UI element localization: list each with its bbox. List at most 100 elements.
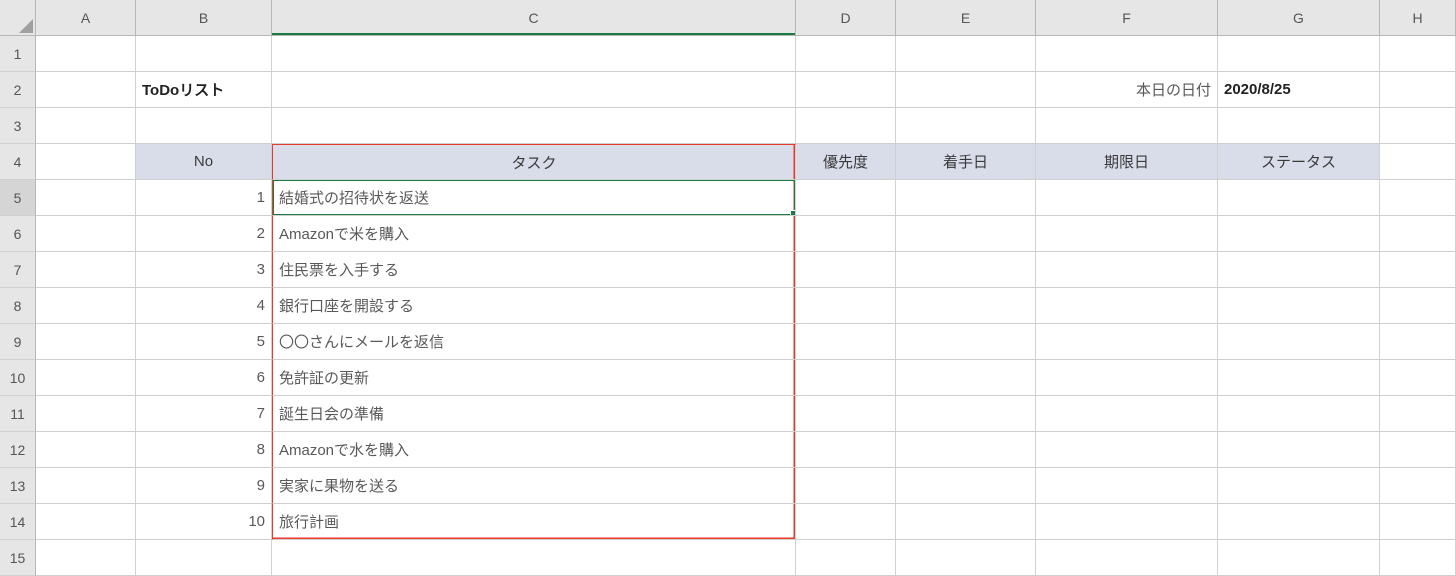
row-header-11[interactable]: 11 — [0, 396, 36, 432]
col-header-H[interactable]: H — [1380, 0, 1456, 36]
cell-H14[interactable] — [1380, 504, 1456, 540]
row-header-1[interactable]: 1 — [0, 36, 36, 72]
cell-F12[interactable] — [1036, 432, 1218, 468]
col-header-A[interactable]: A — [36, 0, 136, 36]
row-header-7[interactable]: 7 — [0, 252, 36, 288]
cell-D8[interactable] — [796, 288, 896, 324]
cell-G10[interactable] — [1218, 360, 1380, 396]
cell-G2-date-value[interactable]: 2020/8/25 — [1218, 72, 1380, 108]
cell-E1[interactable] — [896, 36, 1036, 72]
cell-C11-task[interactable]: 誕生日会の準備 — [272, 396, 796, 432]
cell-A10[interactable] — [36, 360, 136, 396]
cell-C7-task[interactable]: 住民票を入手する — [272, 252, 796, 288]
row-header-15[interactable]: 15 — [0, 540, 36, 576]
cell-A8[interactable] — [36, 288, 136, 324]
cell-D3[interactable] — [796, 108, 896, 144]
cell-E10[interactable] — [896, 360, 1036, 396]
cell-D13[interactable] — [796, 468, 896, 504]
cell-H10[interactable] — [1380, 360, 1456, 396]
cell-H2[interactable] — [1380, 72, 1456, 108]
cell-H11[interactable] — [1380, 396, 1456, 432]
cell-B5-no[interactable]: 1 — [136, 180, 272, 216]
cell-A11[interactable] — [36, 396, 136, 432]
header-no[interactable]: No — [136, 144, 272, 180]
cell-E14[interactable] — [896, 504, 1036, 540]
cell-D14[interactable] — [796, 504, 896, 540]
cell-H3[interactable] — [1380, 108, 1456, 144]
cell-F7[interactable] — [1036, 252, 1218, 288]
col-header-B[interactable]: B — [136, 0, 272, 36]
header-status[interactable]: ステータス — [1218, 144, 1380, 180]
cell-C1[interactable] — [272, 36, 796, 72]
cell-D1[interactable] — [796, 36, 896, 72]
cell-E7[interactable] — [896, 252, 1036, 288]
header-start[interactable]: 着手日 — [896, 144, 1036, 180]
col-header-C[interactable]: C — [272, 0, 796, 36]
cell-C12-task[interactable]: Amazonで水を購入 — [272, 432, 796, 468]
cell-A9[interactable] — [36, 324, 136, 360]
row-header-14[interactable]: 14 — [0, 504, 36, 540]
cell-G5[interactable] — [1218, 180, 1380, 216]
row-header-12[interactable]: 12 — [0, 432, 36, 468]
cell-F11[interactable] — [1036, 396, 1218, 432]
row-header-2[interactable]: 2 — [0, 72, 36, 108]
cell-G3[interactable] — [1218, 108, 1380, 144]
cell-B1[interactable] — [136, 36, 272, 72]
cell-G11[interactable] — [1218, 396, 1380, 432]
row-header-13[interactable]: 13 — [0, 468, 36, 504]
cell-E8[interactable] — [896, 288, 1036, 324]
cell-D10[interactable] — [796, 360, 896, 396]
cell-C6-task[interactable]: Amazonで米を購入 — [272, 216, 796, 252]
cell-F8[interactable] — [1036, 288, 1218, 324]
cell-D5[interactable] — [796, 180, 896, 216]
cell-G1[interactable] — [1218, 36, 1380, 72]
col-header-G[interactable]: G — [1218, 0, 1380, 36]
cell-B12-no[interactable]: 8 — [136, 432, 272, 468]
select-all-corner[interactable] — [0, 0, 36, 36]
cell-B8-no[interactable]: 4 — [136, 288, 272, 324]
cell-C10-task[interactable]: 免許証の更新 — [272, 360, 796, 396]
cell-E11[interactable] — [896, 396, 1036, 432]
cell-A2[interactable] — [36, 72, 136, 108]
spreadsheet-grid[interactable]: A B C D E F G H 1 2 ToDoリスト 本日の日付 2020/8… — [0, 0, 1456, 576]
cell-E2[interactable] — [896, 72, 1036, 108]
cell-D15[interactable] — [796, 540, 896, 576]
cell-E5[interactable] — [896, 180, 1036, 216]
row-header-3[interactable]: 3 — [0, 108, 36, 144]
cell-G9[interactable] — [1218, 324, 1380, 360]
row-header-9[interactable]: 9 — [0, 324, 36, 360]
cell-F3[interactable] — [1036, 108, 1218, 144]
cell-E15[interactable] — [896, 540, 1036, 576]
cell-C5-task[interactable]: 結婚式の招待状を返送 — [272, 180, 796, 216]
cell-H9[interactable] — [1380, 324, 1456, 360]
cell-H15[interactable] — [1380, 540, 1456, 576]
cell-B11-no[interactable]: 7 — [136, 396, 272, 432]
cell-B7-no[interactable]: 3 — [136, 252, 272, 288]
cell-G7[interactable] — [1218, 252, 1380, 288]
cell-H6[interactable] — [1380, 216, 1456, 252]
cell-A5[interactable] — [36, 180, 136, 216]
cell-F1[interactable] — [1036, 36, 1218, 72]
row-header-10[interactable]: 10 — [0, 360, 36, 396]
cell-E13[interactable] — [896, 468, 1036, 504]
col-header-E[interactable]: E — [896, 0, 1036, 36]
cell-D7[interactable] — [796, 252, 896, 288]
cell-F10[interactable] — [1036, 360, 1218, 396]
cell-H13[interactable] — [1380, 468, 1456, 504]
cell-C2[interactable] — [272, 72, 796, 108]
cell-G8[interactable] — [1218, 288, 1380, 324]
cell-F2-date-label[interactable]: 本日の日付 — [1036, 72, 1218, 108]
cell-A6[interactable] — [36, 216, 136, 252]
cell-F9[interactable] — [1036, 324, 1218, 360]
cell-C13-task[interactable]: 実家に果物を送る — [272, 468, 796, 504]
cell-H8[interactable] — [1380, 288, 1456, 324]
cell-H1[interactable] — [1380, 36, 1456, 72]
col-header-F[interactable]: F — [1036, 0, 1218, 36]
cell-D2[interactable] — [796, 72, 896, 108]
cell-E9[interactable] — [896, 324, 1036, 360]
cell-A4[interactable] — [36, 144, 136, 180]
cell-D11[interactable] — [796, 396, 896, 432]
cell-E12[interactable] — [896, 432, 1036, 468]
cell-C15[interactable] — [272, 540, 796, 576]
cell-A3[interactable] — [36, 108, 136, 144]
